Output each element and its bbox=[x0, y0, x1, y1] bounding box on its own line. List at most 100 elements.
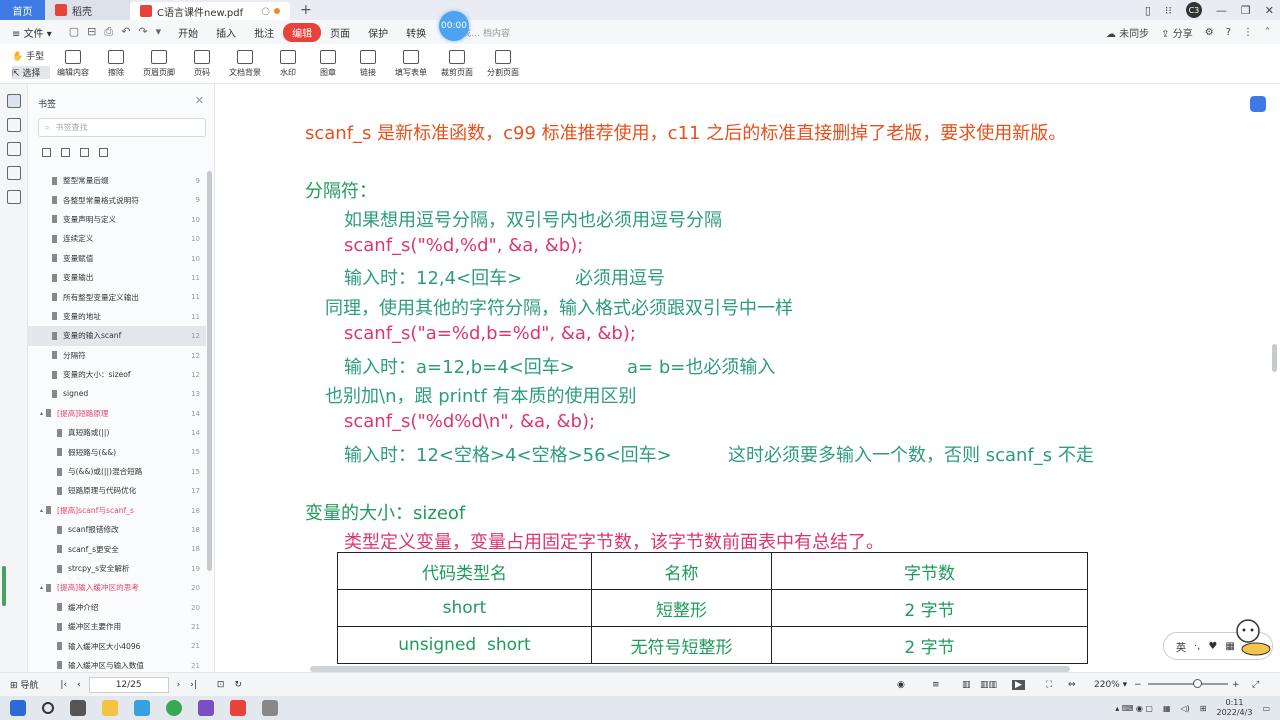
thumbnail-icon[interactable] bbox=[7, 118, 21, 132]
bookmark-item[interactable]: 连续定义 10 bbox=[28, 229, 206, 248]
wps-icon[interactable] bbox=[230, 700, 246, 716]
menu-protect[interactable]: 保护 bbox=[359, 25, 397, 40]
attachment-icon[interactable] bbox=[7, 166, 21, 180]
grid-icon[interactable]: ⁝⁝ bbox=[1165, 4, 1172, 17]
more-icon[interactable]: ▾ bbox=[156, 25, 162, 39]
expand-icon[interactable]: ⤢ bbox=[1252, 680, 1259, 690]
first-page-icon[interactable]: |‹ bbox=[60, 680, 67, 690]
tray-apps-icon[interactable]: ▴ ⌨ ◉ ▢ bbox=[1115, 704, 1153, 713]
settings-icon[interactable]: ⚙ bbox=[1205, 27, 1214, 38]
recording-timer[interactable]: 00:00 bbox=[439, 11, 469, 41]
edit-content-tool[interactable]: 编辑内容 bbox=[50, 49, 96, 78]
ime-punct[interactable]: ·, bbox=[1194, 641, 1200, 652]
task-view-icon[interactable] bbox=[70, 700, 86, 716]
ime-indicator-icon[interactable]: ⊞ bbox=[1200, 704, 1207, 713]
menu-start[interactable]: 开始 bbox=[169, 25, 207, 40]
share-button[interactable]: ⇪ 分享 bbox=[1161, 25, 1193, 40]
expand-caret-icon[interactable]: ▴ bbox=[40, 410, 43, 417]
select-tool[interactable]: ⇱ 选择 bbox=[12, 65, 50, 79]
hand-tool[interactable]: ✋ 手型 bbox=[12, 49, 50, 62]
menu-page[interactable]: 页面 bbox=[321, 25, 359, 40]
bookmark-item[interactable]: 变量声明与定义 10 bbox=[28, 210, 206, 229]
file-explorer-icon[interactable] bbox=[102, 700, 118, 716]
bookmark-item[interactable]: 所有整型变量定义输出 11 bbox=[28, 287, 206, 306]
expand-caret-icon[interactable]: ▴ bbox=[40, 507, 43, 514]
bookmark-item[interactable]: 缓冲区主要作用 21 bbox=[28, 617, 206, 636]
bookmark-item[interactable]: 变量的地址 11 bbox=[28, 307, 206, 326]
bookmark-item[interactable]: ▴ [提高]输入缓冲区的思考 20 bbox=[28, 578, 206, 597]
bookmark-item[interactable]: signed 13 bbox=[28, 384, 206, 403]
bookmark-item[interactable]: 变量赋值 10 bbox=[28, 249, 206, 268]
visual-studio-icon[interactable] bbox=[198, 700, 214, 716]
play-icon[interactable]: ▶ bbox=[1012, 679, 1025, 690]
search-icon[interactable] bbox=[42, 702, 54, 714]
new-tab-button[interactable]: + bbox=[290, 0, 322, 20]
avatar[interactable]: C3 bbox=[1185, 2, 1202, 18]
tab-shell[interactable]: 稻壳 bbox=[45, 0, 130, 20]
delete-bookmark-icon[interactable] bbox=[99, 148, 108, 157]
bookmark-item[interactable]: 假短路与(&&) 15 bbox=[28, 442, 206, 461]
last-page-icon[interactable]: ›| bbox=[190, 680, 197, 690]
expand-bookmark-icon[interactable] bbox=[61, 148, 70, 157]
start-icon[interactable] bbox=[10, 700, 26, 716]
link-tool[interactable]: 链接 bbox=[348, 49, 388, 78]
bookmark-item[interactable]: scanf_s更安全 18 bbox=[28, 539, 206, 558]
watermark-tool[interactable]: 水印 bbox=[268, 49, 308, 78]
collapse-icon[interactable]: ˄ bbox=[1265, 27, 1270, 38]
bookmark-item[interactable]: 整型常量后缀 9 bbox=[28, 171, 206, 190]
volume-icon[interactable]: ◁) bbox=[1181, 704, 1190, 713]
bookmark-item[interactable]: 分隔符 12 bbox=[28, 346, 206, 365]
menu-file[interactable]: ≡ 文件 ▾ bbox=[0, 25, 61, 40]
tab-document[interactable]: C语言课件new.pdf ○ bbox=[130, 2, 290, 20]
ime-language[interactable]: 英 bbox=[1176, 639, 1186, 654]
expand-caret-icon[interactable]: ▴ bbox=[40, 584, 43, 591]
doc-background-tool[interactable]: 文档背景 bbox=[222, 49, 268, 78]
help-icon[interactable]: ? bbox=[1226, 27, 1231, 38]
bookmark-item[interactable]: ▴ [提高]scanf与scanf_s 18 bbox=[28, 501, 206, 520]
next-page-icon[interactable]: › bbox=[177, 680, 181, 690]
menu-edit[interactable]: 编辑 bbox=[283, 22, 322, 42]
bookmark-item[interactable]: 与(&&)或(||)混合短路 15 bbox=[28, 462, 206, 481]
chrome-icon[interactable] bbox=[166, 700, 182, 716]
bookmark-item[interactable]: 输入缓冲区大小4096 21 bbox=[28, 636, 206, 655]
prev-page-icon[interactable]: ‹ bbox=[77, 680, 81, 690]
zoom-value[interactable]: 220% ▾ bbox=[1094, 680, 1127, 690]
menu-comment[interactable]: 批注 bbox=[245, 25, 283, 40]
nav-toggle[interactable]: ⊞ 导航 bbox=[10, 678, 38, 691]
menu-insert[interactable]: 插入 bbox=[207, 25, 245, 40]
fit-width-icon[interactable]: ⇔ bbox=[1068, 680, 1076, 690]
zoom-slider[interactable] bbox=[1148, 683, 1228, 685]
crop-page-tool[interactable]: 裁剪页面 bbox=[434, 49, 480, 78]
redo-icon[interactable]: ↷ bbox=[138, 25, 147, 39]
ime-skin-icon[interactable]: ♥ bbox=[1208, 641, 1217, 652]
panel-scrollbar[interactable] bbox=[207, 171, 212, 571]
header-footer-tool[interactable]: 页眉页脚 bbox=[136, 49, 182, 78]
zoom-out-icon[interactable]: − bbox=[1134, 680, 1142, 690]
bookmark-item[interactable]: 变量的输入scanf 12 bbox=[28, 326, 206, 346]
bookmark-item[interactable]: scanf报错修改 18 bbox=[28, 520, 206, 539]
fit-icon[interactable]: ⊡ bbox=[217, 680, 225, 690]
close-icon[interactable]: ✕ bbox=[1265, 4, 1274, 17]
document-view[interactable]: scanf_s 是新标准函数，c99 标准推荐使用，c11 之后的标准直接删掉了… bbox=[215, 84, 1280, 672]
page-number-input[interactable]: 12/25 bbox=[88, 676, 169, 693]
comment-icon[interactable] bbox=[7, 142, 21, 156]
erase-tool[interactable]: 擦除 bbox=[96, 49, 136, 78]
minimize-icon[interactable]: — bbox=[1216, 4, 1227, 17]
bookmark-item[interactable]: 缓冲介绍 20 bbox=[28, 598, 206, 617]
panel-close-icon[interactable]: ✕ bbox=[195, 94, 204, 107]
notification-icon[interactable]: ▭ bbox=[1262, 704, 1270, 713]
tab-close-icon[interactable]: ○ bbox=[261, 6, 270, 17]
bookmark-item[interactable]: ▴ [提高]短路原理 14 bbox=[28, 404, 206, 423]
bookmark-flag-icon[interactable] bbox=[80, 148, 89, 157]
eye-icon[interactable]: ◉ bbox=[897, 680, 905, 690]
continuous-icon[interactable]: ≡ bbox=[932, 680, 940, 690]
split-page-tool[interactable]: 分割页面 bbox=[480, 49, 526, 78]
bookmark-item[interactable]: 变量输出 11 bbox=[28, 268, 206, 287]
edge-icon[interactable] bbox=[134, 700, 150, 716]
add-bookmark-icon[interactable] bbox=[42, 148, 51, 157]
app-window-icon[interactable] bbox=[262, 700, 278, 716]
fill-form-tool[interactable]: 填写表单 bbox=[388, 49, 434, 78]
page-number-tool[interactable]: 页码 bbox=[182, 49, 222, 78]
bookmark-item[interactable]: 真短路或(||) 14 bbox=[28, 423, 206, 442]
bookmark-item[interactable]: 短路原理与代码优化 17 bbox=[28, 481, 206, 500]
